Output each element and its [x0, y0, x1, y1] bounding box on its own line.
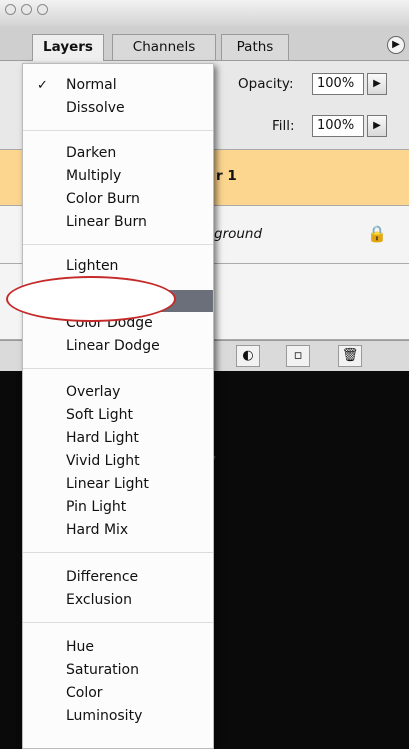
layer-name: ground: [214, 226, 263, 242]
menu-item-normal[interactable]: Normal: [66, 77, 117, 93]
menu-item-hue[interactable]: Hue: [66, 639, 94, 655]
menu-item-linear-burn[interactable]: Linear Burn: [66, 214, 147, 230]
menu-item-soft-light[interactable]: Soft Light: [66, 407, 133, 423]
new-layer-icon[interactable]: ▫: [286, 345, 310, 367]
menu-item-luminosity[interactable]: Luminosity: [66, 708, 142, 724]
triangle-right-icon: ▶: [373, 78, 381, 89]
menu-item-linear-dodge[interactable]: Linear Dodge: [66, 338, 160, 354]
annotation-ellipse: [6, 276, 176, 322]
adjustment-layer-icon[interactable]: ◐: [236, 345, 260, 367]
tab-paths[interactable]: Paths: [221, 34, 289, 60]
menu-item-vivid-light[interactable]: Vivid Light: [66, 453, 140, 469]
menu-item-darken[interactable]: Darken: [66, 145, 116, 161]
menu-item-linear-light[interactable]: Linear Light: [66, 476, 149, 492]
opacity-label: Opacity:: [238, 76, 294, 92]
tab-channels[interactable]: Channels: [112, 34, 216, 60]
menu-separator: [23, 130, 213, 131]
minimize-window-button[interactable]: [21, 4, 32, 15]
panel-menu-button[interactable]: ▶: [387, 36, 405, 54]
fill-slider-button[interactable]: ▶: [367, 115, 387, 137]
checkmark-icon: ✓: [37, 78, 48, 93]
menu-separator: [23, 622, 213, 623]
panel-tab-bar: Layers Channels Paths ▶: [0, 26, 409, 61]
close-window-button[interactable]: [5, 4, 16, 15]
triangle-right-icon: ▶: [392, 39, 400, 50]
menu-item-overlay[interactable]: Overlay: [66, 384, 120, 400]
layer-name: r 1: [216, 168, 237, 184]
zoom-window-button[interactable]: [37, 4, 48, 15]
triangle-right-icon: ▶: [373, 120, 381, 131]
menu-item-color[interactable]: Color: [66, 685, 103, 701]
tab-layers[interactable]: Layers: [32, 34, 104, 61]
lock-icon: 🔒: [367, 224, 387, 243]
fill-field[interactable]: 100%: [312, 115, 364, 137]
menu-item-hard-mix[interactable]: Hard Mix: [66, 522, 128, 538]
menu-item-lighten[interactable]: Lighten: [66, 258, 118, 274]
menu-item-multiply[interactable]: Multiply: [66, 168, 121, 184]
fill-label: Fill:: [272, 118, 295, 134]
menu-separator: [23, 552, 213, 553]
menu-item-hard-light[interactable]: Hard Light: [66, 430, 139, 446]
menu-separator: [23, 368, 213, 369]
blend-mode-menu: ✓ Normal Dissolve Darken Multiply Color …: [22, 63, 214, 749]
menu-item-saturation[interactable]: Saturation: [66, 662, 139, 678]
menu-item-color-burn[interactable]: Color Burn: [66, 191, 140, 207]
menu-item-pin-light[interactable]: Pin Light: [66, 499, 126, 515]
menu-item-exclusion[interactable]: Exclusion: [66, 592, 132, 608]
menu-item-difference[interactable]: Difference: [66, 569, 138, 585]
opacity-slider-button[interactable]: ▶: [367, 73, 387, 95]
trash-icon[interactable]: 🗑: [338, 345, 362, 367]
menu-separator: [23, 244, 213, 245]
menu-item-dissolve[interactable]: Dissolve: [66, 100, 125, 116]
opacity-field[interactable]: 100%: [312, 73, 364, 95]
window-titlebar: [0, 0, 409, 27]
